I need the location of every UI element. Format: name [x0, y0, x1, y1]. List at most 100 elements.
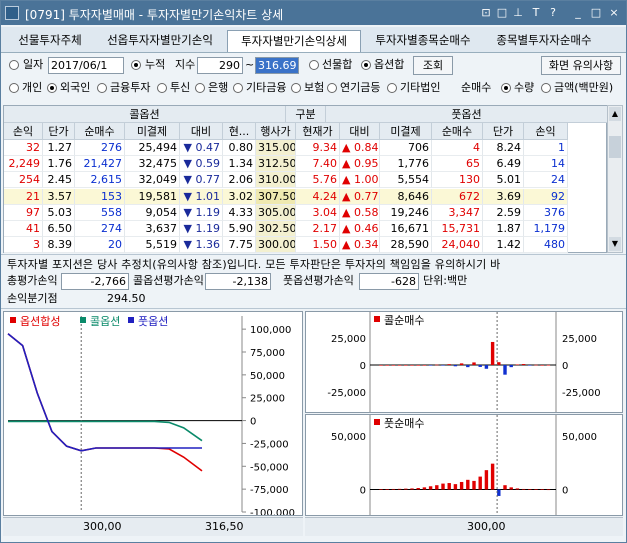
grid-cell[interactable]: 1.34	[223, 156, 256, 173]
grid-cell[interactable]: 5.01	[483, 172, 524, 189]
grid-cell[interactable]: 32	[4, 140, 43, 156]
investor-radio-etc-finance[interactable]	[233, 83, 243, 93]
grid-cell[interactable]: 5,554	[380, 172, 432, 189]
date-input[interactable]: 2017/06/1	[48, 57, 124, 74]
column-header[interactable]: 단가	[483, 123, 524, 140]
tab-item-investor-netbuy[interactable]: 종목별투자자순매수	[485, 30, 603, 52]
grid-cell[interactable]: 2,615	[75, 172, 125, 189]
grid-cell[interactable]: ▼ 0.59	[180, 156, 223, 173]
grid-cell[interactable]: 307.50	[256, 188, 296, 205]
grid-cell[interactable]: 5.76	[296, 172, 340, 189]
investor-radio-pension[interactable]	[327, 83, 337, 93]
grid-cell[interactable]: 16,671	[380, 221, 432, 237]
tab-futures-investor[interactable]: 선물투자주체	[7, 30, 93, 52]
quantity-radio[interactable]	[501, 83, 511, 93]
grid-cell[interactable]: 9,054	[125, 204, 180, 221]
grid-cell[interactable]: 1.87	[483, 221, 524, 237]
grid-cell[interactable]: 153	[75, 188, 125, 205]
investor-radio-trust[interactable]	[157, 83, 167, 93]
grid-cell[interactable]: 97	[4, 204, 43, 221]
grid-cell[interactable]: 706	[380, 140, 432, 156]
grid-cell[interactable]: 21	[4, 188, 43, 205]
grid-cell[interactable]: 0.80	[223, 140, 256, 156]
grid-cell[interactable]: 1.42	[483, 237, 524, 254]
grid-cell[interactable]: 28,590	[380, 237, 432, 254]
close-icon[interactable]: ×	[607, 6, 621, 20]
investor-radio-bank[interactable]	[195, 83, 205, 93]
link-icon[interactable]: ⊡	[479, 6, 493, 20]
column-header[interactable]: 손익	[4, 123, 43, 140]
grid-cell[interactable]: ▼ 1.01	[180, 188, 223, 205]
grid-cell[interactable]: 274	[75, 221, 125, 237]
grid-cell[interactable]: 4.24	[296, 188, 340, 205]
grid-cell[interactable]: 302.50	[256, 221, 296, 237]
grid-cell[interactable]: 315.00	[256, 140, 296, 156]
grid-cell[interactable]: 6.50	[43, 221, 75, 237]
investor-radio-finance[interactable]	[97, 83, 107, 93]
grid-cell[interactable]: ▼ 1.19	[180, 204, 223, 221]
grid-cell[interactable]: 4	[432, 140, 483, 156]
grid-cell[interactable]: 1,776	[380, 156, 432, 173]
grid-cell[interactable]: ▲ 0.34	[340, 237, 380, 254]
grid-cell[interactable]: 254	[4, 172, 43, 189]
grid-cell[interactable]: 41	[4, 221, 43, 237]
grid-cell[interactable]: 4.33	[223, 204, 256, 221]
column-header[interactable]: 순매수	[432, 123, 483, 140]
grid-cell[interactable]: 1.27	[43, 140, 75, 156]
grid-cell[interactable]: 3,347	[432, 204, 483, 221]
grid-cell[interactable]: 1	[524, 140, 568, 156]
grid-cell[interactable]: 305.00	[256, 204, 296, 221]
investor-radio-etc-corp[interactable]	[387, 83, 397, 93]
grid-cell[interactable]: 21,427	[75, 156, 125, 173]
grid-cell[interactable]: 19,581	[125, 188, 180, 205]
investor-radio-insurance[interactable]	[291, 83, 301, 93]
grid-cell[interactable]: 2,249	[4, 156, 43, 173]
maximize-icon[interactable]: □	[589, 6, 603, 20]
title-bar[interactable]: [0791] 투자자별매매 - 투자자별만기손익차트 상세 ⊡ □ ⊥ T ? …	[1, 1, 626, 25]
grid-cell[interactable]: 3.02	[223, 188, 256, 205]
grid-cell[interactable]: ▲ 0.84	[340, 140, 380, 156]
grid-cell[interactable]: 312.50	[256, 156, 296, 173]
investor-radio-foreign[interactable]	[47, 83, 57, 93]
index-to-input[interactable]: 316.69	[255, 57, 299, 74]
grid-cell[interactable]: ▲ 0.58	[340, 204, 380, 221]
copy-icon[interactable]: □	[495, 6, 509, 20]
column-header[interactable]: 순매수	[75, 123, 125, 140]
grid-cell[interactable]: 8,646	[380, 188, 432, 205]
font-icon[interactable]: T	[529, 6, 543, 20]
grid-cell[interactable]: 130	[432, 172, 483, 189]
column-header[interactable]: 행사가	[256, 123, 296, 140]
grid-cell[interactable]: 3	[4, 237, 43, 254]
pin-icon[interactable]: ⊥	[511, 6, 525, 20]
grid-cell[interactable]: ▲ 0.46	[340, 221, 380, 237]
grid-cell[interactable]: 24	[524, 172, 568, 189]
scroll-down-icon[interactable]: ▼	[609, 237, 621, 251]
grid-cell[interactable]: 376	[524, 204, 568, 221]
grid-cell[interactable]: 1.50	[296, 237, 340, 254]
grid-cell[interactable]: 1,179	[524, 221, 568, 237]
grid-cell[interactable]: 3.57	[43, 188, 75, 205]
investor-radio-individual[interactable]	[9, 83, 19, 93]
column-header[interactable]: 손익	[524, 123, 568, 140]
grid-cell[interactable]: 300.00	[256, 237, 296, 254]
grid-cell[interactable]: 3.04	[296, 204, 340, 221]
grid-cell[interactable]: 5.90	[223, 221, 256, 237]
grid-cell[interactable]: 2.17	[296, 221, 340, 237]
grid-cell[interactable]: 480	[524, 237, 568, 254]
grid-cell[interactable]: ▼ 0.47	[180, 140, 223, 156]
index-from-input[interactable]: 290	[197, 57, 243, 74]
column-header[interactable]: 현...	[223, 123, 256, 140]
grid-cell[interactable]: 32,475	[125, 156, 180, 173]
grid-cell[interactable]: 276	[75, 140, 125, 156]
grid-cell[interactable]: ▼ 1.36	[180, 237, 223, 254]
scroll-thumb[interactable]	[609, 136, 621, 158]
column-header[interactable]: 단가	[43, 123, 75, 140]
grid-cell[interactable]: 3.69	[483, 188, 524, 205]
grid-cell[interactable]: 15,731	[432, 221, 483, 237]
grid-cell[interactable]: 92	[524, 188, 568, 205]
column-header[interactable]: 대비	[180, 123, 223, 140]
tab-investor-maturity-detail[interactable]: 투자자별만기손익상세	[227, 30, 361, 52]
grid-cell[interactable]: ▲ 0.77	[340, 188, 380, 205]
screen-notice-button[interactable]: 화면 유의사항	[541, 56, 621, 75]
grid-cell[interactable]: 65	[432, 156, 483, 173]
